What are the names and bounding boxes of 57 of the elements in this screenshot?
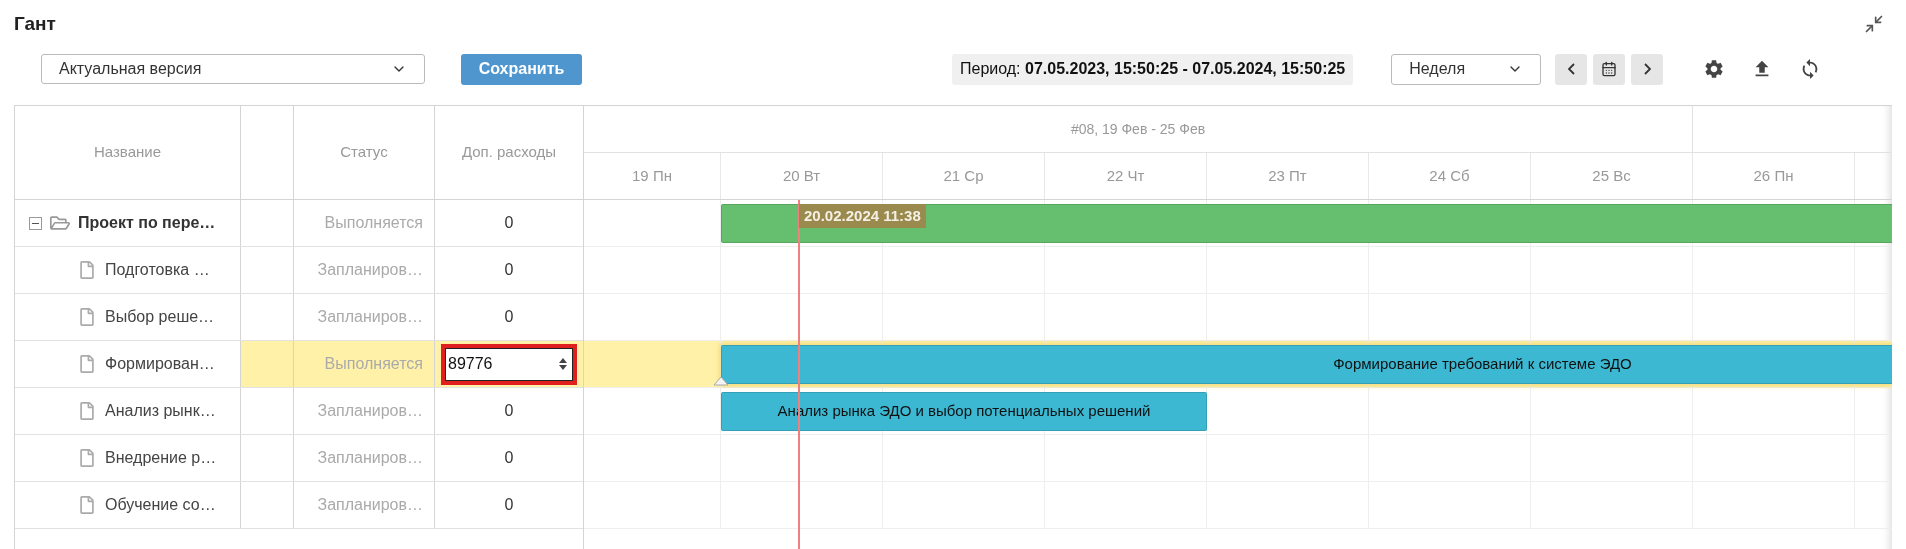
day-header: 20 Вт [721, 153, 883, 199]
collapse-toggle[interactable] [29, 216, 42, 230]
status-text: Запланиров… [317, 307, 423, 327]
chevron-right-icon [1643, 63, 1651, 75]
settings-icon[interactable] [1703, 58, 1726, 80]
today-label: 20.02.2024 11:38 [799, 204, 926, 228]
status-text: Запланиров… [317, 401, 423, 421]
status-text: Выполняется [324, 213, 423, 233]
file-icon [78, 261, 96, 279]
expenses-value: 0 [504, 260, 514, 280]
expenses-value: 0 [504, 495, 514, 515]
status-text: Запланиров… [317, 260, 423, 280]
task-name: Проект по пере… [78, 213, 216, 233]
file-icon [78, 496, 96, 514]
spinner-icon[interactable] [558, 357, 568, 371]
task-name: Выбор реше… [105, 307, 215, 327]
expenses-value: 0 [504, 401, 514, 421]
file-icon [78, 402, 96, 420]
week-header: #08, 19 Фев - 25 Фев [584, 106, 1693, 152]
file-icon [78, 449, 96, 467]
calendar-icon [1601, 61, 1618, 77]
day-header: 19 Пн [584, 153, 721, 199]
version-dropdown[interactable]: Актуальная версия [41, 54, 425, 84]
task-name: Подготовка … [105, 260, 210, 280]
status-text: Выполняется [324, 354, 423, 374]
day-header: 21 Ср [883, 153, 1045, 199]
expenses-value: 0 [504, 307, 514, 327]
expenses-value: 0 [504, 448, 514, 468]
scale-dropdown[interactable]: Неделя [1391, 53, 1542, 85]
file-icon [78, 308, 96, 326]
day-header: 26 Пн [1693, 153, 1855, 199]
column-header: Доп. расходы [460, 142, 558, 163]
status-text: Запланиров… [317, 495, 423, 515]
file-icon [78, 355, 96, 373]
status-text: Запланиров… [317, 448, 423, 468]
task-name: Формирован… [105, 354, 215, 374]
next-button[interactable] [1631, 53, 1664, 85]
day-header: 24 Сб [1369, 153, 1531, 199]
link-handle-icon[interactable] [713, 376, 729, 386]
expenses-value: 0 [504, 213, 514, 233]
column-header: Название [15, 106, 241, 199]
day-header: 23 Пт [1207, 153, 1369, 199]
collapse-icon[interactable] [1864, 14, 1884, 34]
chevron-left-icon [1567, 63, 1575, 75]
task-name: Внедрение р… [105, 448, 217, 468]
period-display: Период: 07.05.2023, 15:50:25 - 07.05.2024, 15:50:25 [952, 53, 1354, 85]
calendar-button[interactable] [1593, 53, 1626, 85]
previous-button[interactable] [1555, 53, 1588, 85]
task-name: Обучение со… [105, 495, 216, 515]
day-header: 25 Вс [1531, 153, 1693, 199]
folder-icon [50, 213, 70, 233]
task-name: Анализ рынк… [105, 401, 216, 421]
task-bar[interactable]: Формирование требований к системе ЭДО [721, 345, 1892, 384]
expenses-input[interactable]: 89776 [441, 343, 577, 385]
column-header: Статус [294, 106, 435, 199]
day-header: 22 Чт [1045, 153, 1207, 199]
page-title: Гант [14, 11, 56, 36]
